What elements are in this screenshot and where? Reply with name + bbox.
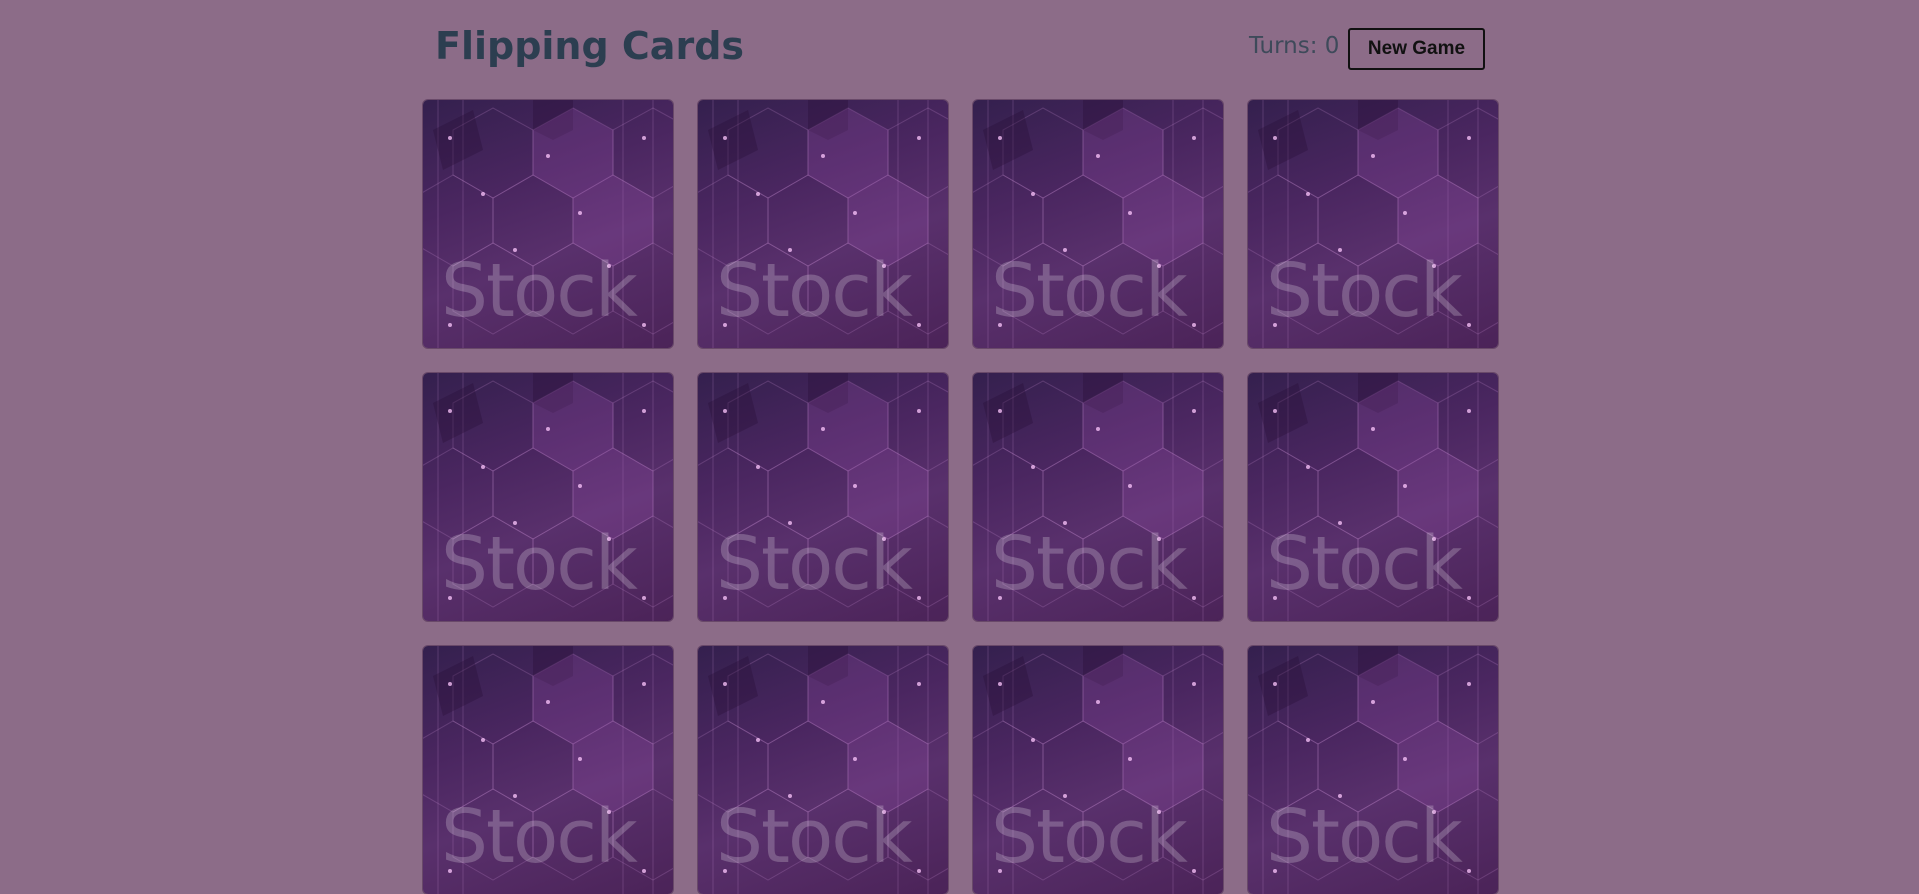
card-back-pattern [698, 100, 948, 348]
card[interactable]: Stock [698, 646, 948, 894]
card[interactable]: Stock [423, 100, 673, 348]
turns-counter: Turns: 0 [1249, 33, 1340, 59]
card-grid: Stock Stock Stock Stock Stock Stock Stoc… [423, 100, 1498, 894]
card[interactable]: Stock [698, 100, 948, 348]
card[interactable]: Stock [1248, 646, 1498, 894]
card[interactable]: Stock [1248, 100, 1498, 348]
flipping-cards-app: Flipping Cards Turns: 0 New Game Stock S… [0, 0, 1919, 894]
card-back-pattern [1248, 646, 1498, 894]
card[interactable]: Stock [1248, 373, 1498, 621]
card[interactable]: Stock [423, 373, 673, 621]
card[interactable]: Stock [973, 373, 1223, 621]
card[interactable]: Stock [423, 646, 673, 894]
card[interactable]: Stock [973, 100, 1223, 348]
card-back-pattern [423, 646, 673, 894]
card-back-pattern [973, 646, 1223, 894]
card-back-pattern [698, 646, 948, 894]
card-back-pattern [423, 373, 673, 621]
card[interactable]: Stock [698, 373, 948, 621]
card-back-pattern [423, 100, 673, 348]
card-back-pattern [698, 373, 948, 621]
card-back-pattern [973, 373, 1223, 621]
card-back-pattern [1248, 373, 1498, 621]
card-back-pattern [1248, 100, 1498, 348]
card-back-pattern [973, 100, 1223, 348]
new-game-button[interactable]: New Game [1348, 28, 1485, 70]
card[interactable]: Stock [973, 646, 1223, 894]
page-title: Flipping Cards [435, 24, 745, 68]
